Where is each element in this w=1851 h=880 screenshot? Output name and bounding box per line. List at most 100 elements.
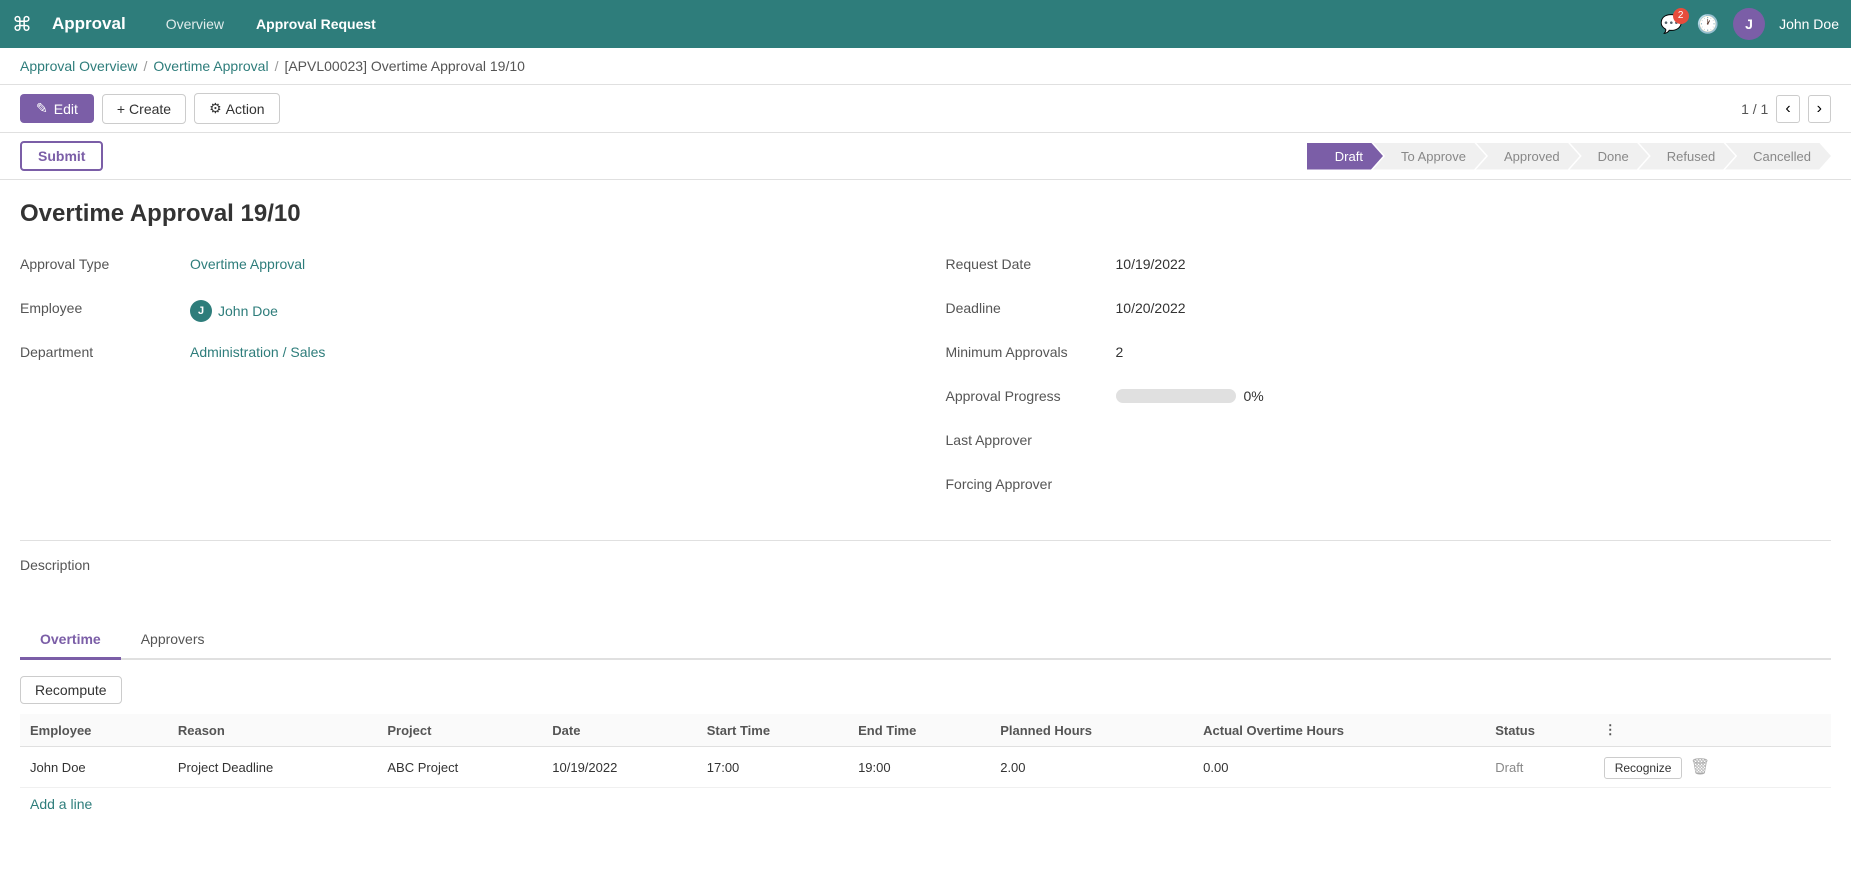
request-date-row: Request Date 10/19/2022 — [946, 252, 1832, 284]
status-draft-label: Draft — [1495, 760, 1523, 775]
tab-approvers[interactable]: Approvers — [121, 621, 225, 660]
cell-actual-overtime-hours: 0.00 — [1193, 747, 1485, 788]
approval-type-label: Approval Type — [20, 252, 190, 272]
cell-status: Draft — [1485, 747, 1593, 788]
last-approver-label: Last Approver — [946, 428, 1116, 448]
form-grid: Approval Type Overtime Approval Employee… — [20, 252, 1831, 516]
toolbar-right: 1 / 1 ‹ › — [1741, 95, 1831, 123]
action-button[interactable]: ⚙ Action — [194, 93, 279, 124]
edit-button[interactable]: ✎ Edit — [20, 94, 94, 123]
deadline-row: Deadline 10/20/2022 — [946, 296, 1832, 328]
prev-record-button[interactable]: ‹ — [1776, 95, 1799, 123]
cell-row-actions: Recognize 🗑 — [1594, 747, 1831, 788]
status-step-draft[interactable]: Draft — [1307, 143, 1383, 170]
department-value[interactable]: Administration / Sales — [190, 340, 325, 360]
plus-icon: + — [117, 101, 125, 117]
add-line-link[interactable]: Add a line — [20, 788, 102, 820]
delete-row-button[interactable]: 🗑 — [1686, 755, 1714, 779]
col-header-end-time: End Time — [848, 714, 990, 747]
approval-progress-label: Approval Progress — [946, 384, 1116, 404]
forcing-approver-row: Forcing Approver — [946, 472, 1832, 504]
approval-progress-row: Approval Progress 0% — [946, 384, 1832, 416]
breadcrumb-approval-overview[interactable]: Approval Overview — [20, 58, 138, 74]
top-nav-right: 💬 2 🕐 J John Doe — [1660, 8, 1839, 40]
progress-bar-background — [1116, 389, 1236, 403]
description-spacer — [20, 581, 1831, 621]
last-approver-row: Last Approver — [946, 428, 1832, 460]
edit-icon: ✎ — [36, 100, 48, 117]
clock-icon[interactable]: 🕐 — [1697, 14, 1719, 35]
messages-icon[interactable]: 💬 2 — [1660, 14, 1682, 35]
approval-type-value[interactable]: Overtime Approval — [190, 252, 305, 272]
col-header-reason: Reason — [168, 714, 378, 747]
gear-icon: ⚙ — [209, 100, 222, 117]
breadcrumb: Approval Overview / Overtime Approval / … — [0, 48, 1851, 85]
cell-project: ABC Project — [377, 747, 542, 788]
department-row: Department Administration / Sales — [20, 340, 906, 372]
overtime-table: Employee Reason Project Date Start Time … — [20, 714, 1831, 788]
deadline-value[interactable]: 10/20/2022 — [1116, 296, 1186, 316]
tabs-bar: Overtime Approvers — [20, 621, 1831, 660]
page-footer — [0, 840, 1851, 880]
recompute-button[interactable]: Recompute — [20, 676, 122, 704]
cell-reason: Project Deadline — [168, 747, 378, 788]
grid-icon[interactable]: ⌘ — [12, 12, 32, 37]
employee-avatar: J — [190, 300, 212, 322]
table-toolbar: Recompute — [20, 676, 1831, 704]
minimum-approvals-label: Minimum Approvals — [946, 340, 1116, 360]
submit-button[interactable]: Submit — [20, 141, 103, 171]
breadcrumb-sep-2: / — [275, 58, 279, 74]
approval-type-row: Approval Type Overtime Approval — [20, 252, 906, 284]
cell-planned-hours: 2.00 — [990, 747, 1193, 788]
forcing-approver-label: Forcing Approver — [946, 472, 1116, 492]
nav-approval-request[interactable]: Approval Request — [248, 12, 384, 36]
user-name[interactable]: John Doe — [1779, 16, 1839, 32]
status-step-approved[interactable]: Approved — [1476, 143, 1580, 170]
status-step-refused[interactable]: Refused — [1639, 143, 1735, 170]
status-step-done[interactable]: Done — [1570, 143, 1649, 170]
toolbar: ✎ Edit + Create ⚙ Action 1 / 1 ‹ › — [0, 85, 1851, 133]
progress-percent: 0% — [1244, 388, 1264, 404]
approval-progress-value: 0% — [1116, 384, 1264, 404]
section-divider — [20, 540, 1831, 541]
col-header-actions: ⋮ — [1594, 714, 1831, 747]
message-badge: 2 — [1673, 8, 1689, 24]
cell-employee: John Doe — [20, 747, 168, 788]
minimum-approvals-value[interactable]: 2 — [1116, 340, 1124, 360]
recognize-button[interactable]: Recognize — [1604, 757, 1683, 779]
cell-date: 10/19/2022 — [542, 747, 696, 788]
col-header-employee: Employee — [20, 714, 168, 747]
request-date-label: Request Date — [946, 252, 1116, 272]
status-step-to-approve[interactable]: To Approve — [1373, 143, 1486, 170]
employee-value[interactable]: J John Doe — [190, 296, 278, 322]
table-row: John Doe Project Deadline ABC Project 10… — [20, 747, 1831, 788]
breadcrumb-overtime-approval[interactable]: Overtime Approval — [153, 58, 268, 74]
request-date-value[interactable]: 10/19/2022 — [1116, 252, 1186, 272]
status-pipeline: Draft To Approve Approved Done Refused C… — [1307, 143, 1831, 170]
nav-overview[interactable]: Overview — [158, 12, 232, 36]
employee-name: John Doe — [218, 303, 278, 319]
top-navigation: ⌘ Approval Overview Approval Request 💬 2… — [0, 0, 1851, 48]
user-avatar[interactable]: J — [1733, 8, 1765, 40]
col-header-start-time: Start Time — [697, 714, 848, 747]
status-bar: Submit Draft To Approve Approved Done Re… — [0, 133, 1851, 180]
record-title: Overtime Approval 19/10 — [20, 200, 1831, 228]
status-step-cancelled[interactable]: Cancelled — [1725, 143, 1831, 170]
app-title: Approval — [52, 14, 126, 34]
cell-end-time: 19:00 — [848, 747, 990, 788]
next-record-button[interactable]: › — [1808, 95, 1831, 123]
department-label: Department — [20, 340, 190, 360]
main-content: Overtime Approval 19/10 Approval Type Ov… — [0, 180, 1851, 840]
form-right-col: Request Date 10/19/2022 Deadline 10/20/2… — [946, 252, 1832, 516]
tab-overtime[interactable]: Overtime — [20, 621, 121, 660]
cell-start-time: 17:00 — [697, 747, 848, 788]
breadcrumb-sep-1: / — [144, 58, 148, 74]
col-header-planned-hours: Planned Hours — [990, 714, 1193, 747]
create-button[interactable]: + Create — [102, 94, 186, 124]
col-header-date: Date — [542, 714, 696, 747]
col-header-status: Status — [1485, 714, 1593, 747]
progress-bar-wrap: 0% — [1116, 388, 1264, 404]
col-header-actual-overtime-hours: Actual Overtime Hours — [1193, 714, 1485, 747]
deadline-label: Deadline — [946, 296, 1116, 316]
employee-label: Employee — [20, 296, 190, 316]
